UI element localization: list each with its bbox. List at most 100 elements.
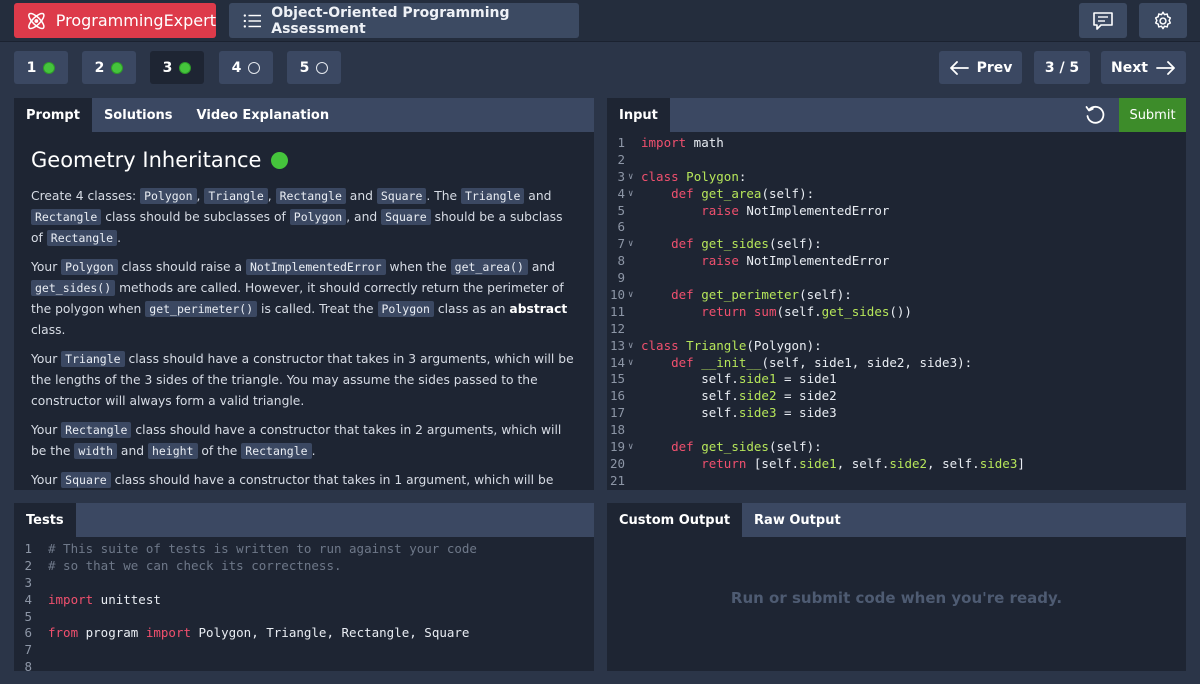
settings-button[interactable]	[1139, 3, 1187, 38]
line-number: 15	[609, 371, 625, 387]
complete-status-icon	[271, 151, 289, 169]
tab-tests[interactable]: Tests	[14, 503, 76, 537]
code-line: 1 # This suite of tests is written to run…	[14, 541, 594, 558]
line-number: 18	[609, 422, 625, 438]
tab-raw-output[interactable]: Raw Output	[742, 503, 853, 537]
feedback-button[interactable]	[1079, 3, 1127, 38]
fold-gutter	[625, 321, 641, 338]
prompt-tabbar: Prompt Solutions Video Explanation	[14, 98, 594, 132]
line-number: 5	[24, 608, 32, 624]
prompt-paragraph: Your Rectangle class should have a const…	[31, 422, 562, 459]
code-line: 2 # so that we can check its correctness.	[14, 558, 594, 575]
code-text: def __init__(self, side1, side2, side3):	[671, 354, 973, 370]
code-line: 16 self.side2 = side2	[607, 388, 1186, 405]
fold-gutter	[625, 270, 641, 287]
line-number: 10	[609, 287, 625, 303]
line-number: 8	[24, 659, 32, 671]
counter-label: 3 / 5	[1044, 59, 1080, 76]
code-line: 3	[14, 575, 594, 592]
output-placeholder-message: Run or submit code when you're ready.	[730, 589, 1063, 607]
code-line: 10 ∨ def get_perimeter(self):	[607, 287, 1186, 304]
fold-chevron-icon[interactable]: ∨	[625, 439, 641, 456]
question-4-button[interactable]: 4	[219, 51, 273, 84]
line-number: 4	[617, 185, 625, 201]
code-line: 4 ∨ def get_area(self):	[607, 186, 1186, 203]
prev-label: Prev	[976, 59, 1013, 76]
code-text: raise NotImplementedError	[701, 202, 890, 218]
line-number: 2	[617, 151, 625, 167]
line-number: 9	[617, 270, 625, 286]
submit-button[interactable]: Submit	[1119, 98, 1186, 132]
fold-gutter	[32, 592, 48, 609]
code-line: 1 import math	[607, 135, 1186, 152]
fold-gutter	[625, 388, 641, 405]
tests-tabbar: Tests	[14, 503, 594, 537]
feedback-icon	[1093, 11, 1113, 30]
fold-chevron-icon[interactable]: ∨	[625, 236, 641, 253]
tab-solutions[interactable]: Solutions	[92, 98, 185, 132]
tests-code-viewer[interactable]: 1 # This suite of tests is written to run…	[14, 541, 594, 671]
code-line: 7 ∨ def get_sides(self):	[607, 236, 1186, 253]
code-editor[interactable]: 1 import math 2 3 ∨ class Polygon: 4 ∨ def get_…	[607, 135, 1186, 490]
fold-gutter	[32, 625, 48, 642]
tests-panel: Tests 1 # This suite of tests is written …	[14, 503, 594, 671]
code-line: 18	[607, 422, 1186, 439]
output-panel: Custom Output Raw Output Run or submit c…	[607, 503, 1186, 671]
fold-gutter	[625, 405, 641, 422]
reset-icon[interactable]	[1084, 104, 1106, 126]
code-text: def get_sides(self):	[671, 236, 822, 252]
line-number: 3	[24, 574, 32, 590]
line-number: 3	[617, 168, 625, 184]
tab-video-explanation[interactable]: Video Explanation	[185, 98, 342, 132]
code-line: 6	[607, 219, 1186, 236]
fold-gutter	[625, 219, 641, 236]
fold-gutter	[625, 456, 641, 473]
code-line: 5	[14, 609, 594, 626]
fold-gutter	[32, 659, 48, 671]
arrow-right-icon	[1156, 60, 1175, 75]
prev-button[interactable]: Prev	[939, 51, 1022, 84]
code-line: 6 from program import Polygon, Triangle, …	[14, 625, 594, 642]
code-line: 20 return [self.side1, self.side2, self.…	[607, 456, 1186, 473]
code-line: 19 ∨ def get_sides(self):	[607, 439, 1186, 456]
question-1-button[interactable]: 1	[14, 51, 68, 84]
fold-chevron-icon[interactable]: ∨	[625, 287, 641, 304]
question-2-button[interactable]: 2	[82, 51, 136, 84]
code-text: # so that we can check its correctness.	[48, 557, 342, 573]
fold-gutter	[32, 642, 48, 659]
atom-logo-icon	[28, 12, 45, 29]
complete-status-icon	[43, 61, 56, 74]
line-number: 11	[609, 303, 625, 319]
complete-status-icon	[111, 61, 124, 74]
tab-custom-output[interactable]: Custom Output	[607, 503, 743, 537]
tab-prompt[interactable]: Prompt	[14, 98, 92, 132]
code-line: 11 return sum(self.get_sides())	[607, 304, 1186, 321]
fold-gutter	[32, 609, 48, 626]
next-button[interactable]: Next	[1101, 51, 1186, 84]
fold-gutter	[625, 253, 641, 270]
complete-status-icon	[179, 61, 192, 74]
question-3-button[interactable]: 3	[150, 51, 204, 84]
fold-gutter	[625, 422, 641, 439]
prompt-paragraph: Create 4 classes: Polygon, Triangle, Rec…	[31, 188, 563, 246]
fold-chevron-icon[interactable]: ∨	[625, 169, 641, 186]
line-number: 4	[24, 591, 32, 607]
brand-logo-button[interactable]: ProgrammingExpert	[14, 3, 216, 38]
fold-gutter	[32, 575, 48, 592]
tab-input[interactable]: Input	[607, 98, 670, 132]
code-line: 4 import unittest	[14, 592, 594, 609]
fold-chevron-icon[interactable]: ∨	[625, 186, 641, 203]
code-line: 13 ∨ class Triangle(Polygon):	[607, 338, 1186, 355]
code-text: raise NotImplementedError	[701, 253, 890, 269]
code-text: self.side1 = side1	[641, 371, 837, 387]
fold-gutter	[625, 304, 641, 321]
assessment-title-button[interactable]: Object-Oriented Programming Assessment	[229, 3, 579, 38]
question-5-button[interactable]: 5	[287, 51, 341, 84]
line-number: 6	[24, 625, 32, 641]
fold-chevron-icon[interactable]: ∨	[625, 338, 641, 355]
question-number: 1	[26, 59, 37, 76]
fold-gutter	[32, 541, 48, 558]
code-line: 8	[14, 659, 594, 671]
fold-chevron-icon[interactable]: ∨	[625, 355, 641, 372]
code-line: 21	[607, 473, 1186, 490]
